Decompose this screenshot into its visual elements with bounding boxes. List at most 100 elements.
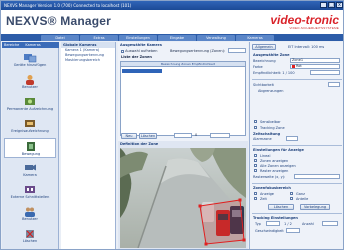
maximize-button[interactable]: □ bbox=[328, 2, 335, 8]
track-count-field[interactable] bbox=[322, 221, 338, 226]
motion-icon bbox=[27, 142, 35, 151]
sidebar-item-devices[interactable]: Geräte hinzufügen bbox=[4, 50, 56, 70]
zone-definition-panel: Definition der Zone bbox=[118, 141, 248, 249]
tab-general[interactable]: Allgemein bbox=[252, 44, 276, 50]
sidebar-item-delete[interactable]: Löschen bbox=[4, 226, 56, 246]
app-window: NEXVS Manager Version 1.0 (700) Connecte… bbox=[0, 0, 344, 250]
delete-icon bbox=[26, 230, 34, 238]
tab-einstellungen[interactable]: Einstellungen bbox=[119, 35, 157, 41]
sidebar-header: Bereiche Kameras bbox=[2, 42, 59, 48]
tab-extras[interactable]: Extras bbox=[80, 35, 118, 41]
brand-logo: video-tronic VIDEO-SICHERHEITSSYSTEME bbox=[270, 13, 339, 30]
app-header: NEXVS® Manager video-tronic VIDEO-SICHER… bbox=[1, 10, 343, 34]
zone-handle[interactable] bbox=[242, 238, 246, 242]
label-focus-display: Anzeige bbox=[260, 192, 274, 196]
focus-whole-radio[interactable] bbox=[290, 192, 293, 195]
camera-icon bbox=[25, 164, 36, 171]
visibility-field[interactable] bbox=[328, 82, 340, 87]
sidebar-tab-bereiche[interactable]: Bereiche bbox=[4, 42, 19, 48]
product-name: NEXVS® Manager bbox=[6, 14, 112, 28]
label-show-all-zones: Alle Zonen anzeigen bbox=[260, 164, 296, 168]
label-focus-whole: Ganz bbox=[296, 192, 305, 196]
focus-time-radio[interactable] bbox=[254, 197, 257, 200]
label-color: Farbe bbox=[253, 65, 263, 69]
sidebar-item-external-interfaces[interactable]: Externe Schnittstellen bbox=[4, 182, 56, 202]
label-ruler: Lineal bbox=[260, 154, 271, 158]
show-grid-checkbox[interactable] bbox=[254, 169, 257, 172]
sidebar-item-label: Löschen bbox=[22, 239, 38, 243]
track-type-field[interactable] bbox=[266, 221, 280, 226]
sidebar-item-label: Benutzer bbox=[22, 85, 38, 89]
minimize-button[interactable]: _ bbox=[320, 2, 327, 8]
label-sensitivity: Empfindlichkeit: 1 / 100 bbox=[253, 71, 295, 75]
label-show-grid: Raster anzeigen bbox=[260, 169, 289, 173]
zone-handle[interactable] bbox=[238, 198, 242, 202]
zone-properties-panel: Allgemein EIT Intervall: 100 ms Ausgewäh… bbox=[249, 42, 343, 249]
default-button[interactable]: Vorbelegung bbox=[300, 204, 330, 210]
sidebar-tab-kameras[interactable]: Kameras bbox=[25, 42, 40, 48]
divider bbox=[252, 183, 342, 184]
sidebar-item-label: Bewegung bbox=[21, 152, 41, 156]
interval-info: EIT Intervall: 100 ms bbox=[288, 45, 325, 49]
camera-tree-panel: Globale Kameras Kamera 1 (Kamera) Bewegu… bbox=[61, 42, 116, 249]
sidebar-item-permanent-recording[interactable]: Permanente Aufzeichnung bbox=[4, 94, 56, 114]
ruler-checkbox[interactable] bbox=[254, 154, 257, 157]
title-bar: NEXVS Manager Version 1.0 (700) Connecte… bbox=[1, 1, 343, 10]
divider bbox=[252, 145, 342, 146]
sidebar-item-label: Externe Schnittstellen bbox=[10, 195, 50, 199]
sensitivity-label: Bewegungserkennung (Zonen): bbox=[170, 49, 226, 53]
tab-eingabe[interactable]: Eingabe bbox=[158, 35, 196, 41]
delete-zone-button[interactable]: Löschen bbox=[139, 133, 157, 139]
display-settings-title: Einstellungen für Anzeige bbox=[253, 148, 304, 152]
zone-handle[interactable] bbox=[204, 242, 208, 246]
zone-list-header: Bezeichnung Zonen Empfindlichkeit bbox=[121, 62, 245, 67]
grid-width-field[interactable] bbox=[294, 174, 340, 179]
camera-tree-item[interactable]: Maskierungsbereich bbox=[61, 58, 115, 63]
tracking-zone-checkbox[interactable] bbox=[254, 126, 257, 129]
close-button[interactable]: x bbox=[336, 2, 343, 8]
zone-color-select[interactable]: Rot bbox=[290, 64, 340, 69]
zone-list-selected-row[interactable] bbox=[122, 69, 162, 73]
sidebar-item-label: Permanente Aufzeichnung bbox=[6, 107, 54, 111]
selected-zone-title: Ausgewählte Zone bbox=[253, 53, 290, 57]
sidebar-item-event-recording[interactable]: Ereignisaufzeichnung bbox=[4, 116, 56, 136]
sidebar-item-users[interactable]: Benutzer bbox=[4, 204, 56, 224]
reset-button[interactable]: Löschen bbox=[268, 204, 294, 210]
show-zones-checkbox[interactable] bbox=[254, 159, 257, 162]
zone-list-title: Liste der Zonen bbox=[121, 55, 152, 59]
zone-handle[interactable] bbox=[198, 204, 202, 208]
label-grid-width: Rasterweite (x, y): bbox=[253, 175, 286, 179]
divider bbox=[252, 213, 342, 214]
zone-name-input[interactable]: Zone1 bbox=[290, 58, 340, 63]
sensitivity-slider[interactable] bbox=[310, 70, 340, 75]
zone-list[interactable]: Bezeichnung Zonen Empfindlichkeit bbox=[120, 61, 246, 136]
camera-image[interactable] bbox=[120, 148, 246, 248]
label-track-type: Typ bbox=[255, 222, 261, 226]
sensibel-checkbox[interactable] bbox=[254, 120, 257, 123]
focus-parts-radio[interactable] bbox=[290, 197, 293, 200]
new-zone-button[interactable]: Neu bbox=[121, 133, 137, 139]
sensitivity-field[interactable] bbox=[228, 48, 246, 53]
speed-field[interactable] bbox=[286, 228, 300, 233]
sidebar-item-camera[interactable]: Kamera bbox=[4, 160, 56, 180]
motion-zone[interactable] bbox=[199, 199, 245, 245]
users-icon bbox=[25, 207, 35, 217]
tab-verwaltung[interactable]: Verwaltung bbox=[197, 35, 235, 41]
deselect-checkbox[interactable] bbox=[121, 50, 124, 53]
label-name: Bezeichnung bbox=[253, 59, 276, 63]
label-focus-parts: Anteile bbox=[296, 197, 309, 201]
sidebar-item-motion[interactable]: Bewegung bbox=[4, 138, 56, 158]
sidebar-item-user[interactable]: Benutzer bbox=[4, 72, 56, 92]
focus-display-radio[interactable] bbox=[254, 192, 257, 195]
zone-value-field[interactable] bbox=[174, 133, 192, 138]
devices-icon bbox=[24, 54, 37, 63]
alarm-zone-field[interactable] bbox=[286, 136, 298, 141]
tab-kameras[interactable]: Kameras bbox=[236, 35, 274, 41]
zone-value-field-2[interactable] bbox=[210, 133, 230, 138]
show-all-zones-checkbox[interactable] bbox=[254, 164, 257, 167]
zone-value-text: 0 bbox=[195, 133, 198, 137]
label-track-ratio: 1 / 2 bbox=[284, 222, 292, 226]
tab-datei[interactable]: Datei bbox=[41, 35, 79, 41]
zone-list-panel: Ausgewählte Kamera Auswahl aufheben Bewe… bbox=[118, 42, 248, 141]
deselect-text: Auswahl aufheben bbox=[125, 49, 158, 53]
